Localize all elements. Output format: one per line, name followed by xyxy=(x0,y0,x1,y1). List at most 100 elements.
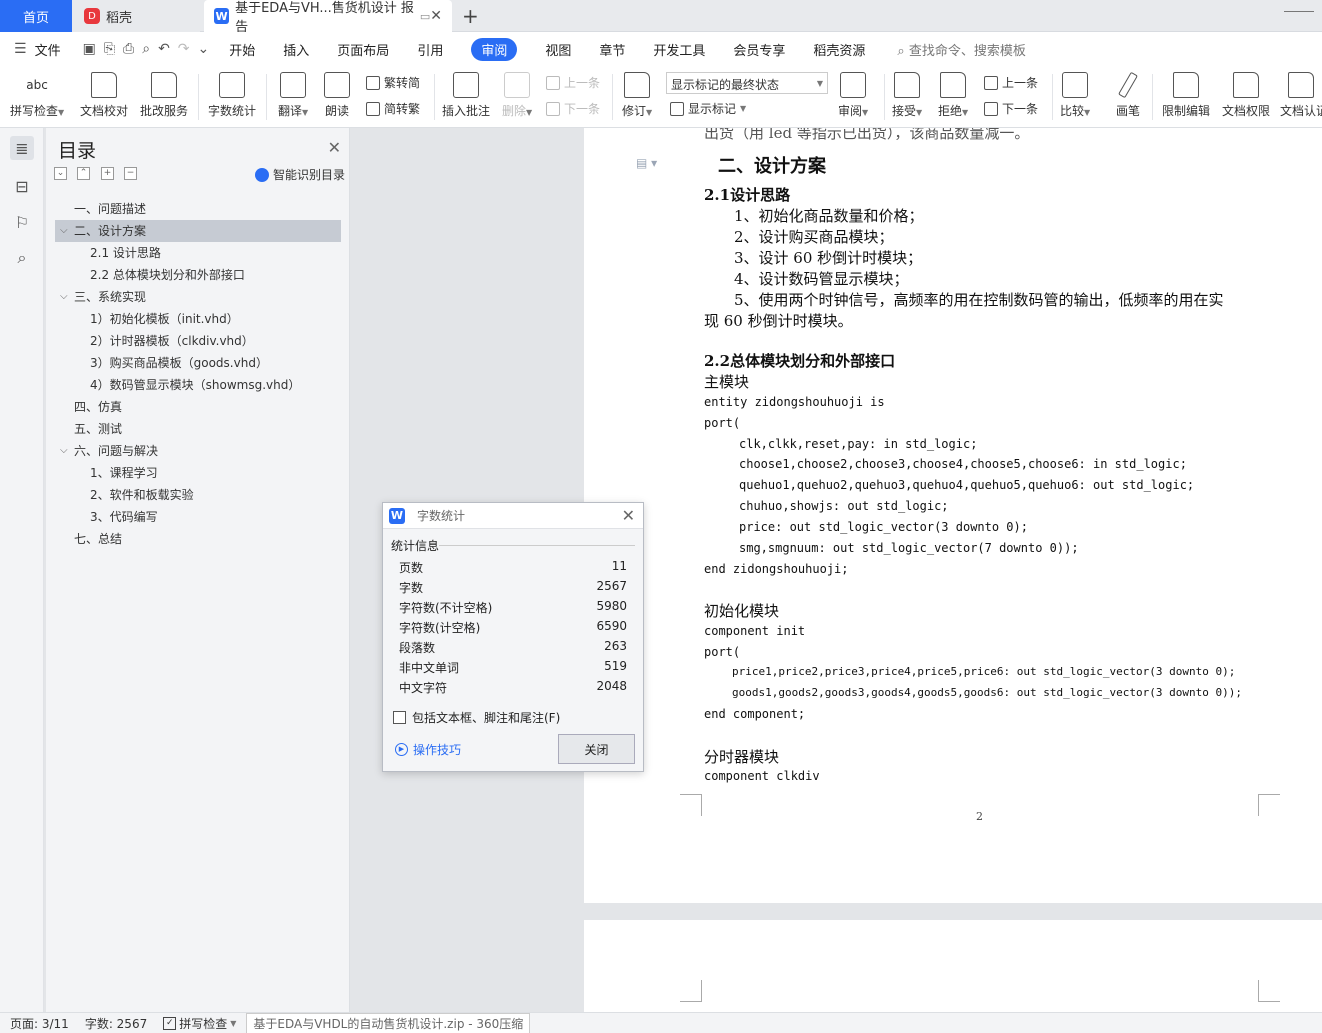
menu-page-layout[interactable]: 页面布局 xyxy=(337,40,389,59)
new-tab-icon[interactable]: + xyxy=(462,4,479,28)
toc-item[interactable]: 七、总结 xyxy=(74,528,122,550)
menu-insert[interactable]: 插入 xyxy=(283,40,309,59)
toc-item[interactable]: 四、仿真 xyxy=(74,396,122,418)
code-line: port( xyxy=(704,645,741,659)
undo-icon[interactable]: ↶ xyxy=(158,41,170,57)
menu-developer[interactable]: 开发工具 xyxy=(653,40,705,59)
smart-toc-label: 智能识别目录 xyxy=(272,168,345,182)
collapse-minus-icon[interactable]: − xyxy=(124,167,137,180)
close-icon[interactable]: ✕ xyxy=(622,506,635,525)
doc-cert-button[interactable]: 文档认证 xyxy=(1280,72,1322,119)
outline-icon[interactable]: ≣ xyxy=(10,136,34,160)
tab-daoke[interactable]: D 稻壳 xyxy=(72,0,200,32)
toc-item[interactable]: 2、软件和板载实验 xyxy=(90,484,194,506)
collapse-down-icon[interactable]: ⌄ xyxy=(54,167,67,180)
toc-item[interactable]: 3、代码编写 xyxy=(90,506,158,528)
bookmark-icon[interactable]: ⚐ xyxy=(10,210,34,234)
checkbox[interactable] xyxy=(393,711,406,724)
menu-start[interactable]: 开始 xyxy=(229,40,255,59)
track-changes-button[interactable]: 修订▼ xyxy=(622,72,652,119)
toc-item[interactable]: 1、课程学习 xyxy=(90,462,158,484)
next-change-button[interactable]: 下一条 xyxy=(984,100,1038,117)
insert-comment-button[interactable]: 插入批注 xyxy=(442,72,490,119)
spell-check-button[interactable]: abc 拼写检查▼ xyxy=(10,72,64,119)
review-pane-button[interactable]: 审阅▼ xyxy=(838,72,868,119)
export-icon[interactable]: ⎘ xyxy=(104,41,115,57)
toc-item[interactable]: 1）初始化模板（init.vhd） xyxy=(90,308,239,330)
delete-comment-button[interactable]: 删除▼ xyxy=(502,72,532,119)
toc-item[interactable]: 2）计时器模板（clkdiv.vhd） xyxy=(90,330,254,352)
toc-item[interactable]: 三、系统实现 xyxy=(74,286,146,308)
search-icon[interactable]: ⌕ xyxy=(10,246,34,270)
command-search[interactable]: ⌕ 查找命令、搜索模板 xyxy=(897,40,1025,59)
menu-view[interactable]: 视图 xyxy=(545,40,571,59)
menu-chapter[interactable]: 章节 xyxy=(599,40,625,59)
redo-icon[interactable]: ↷ xyxy=(178,41,190,57)
menu-references[interactable]: 引用 xyxy=(417,40,443,59)
document-page[interactable]: 出货（用 led 等指示已出货），该商品数量减一。 ▤ ▾ 二、设计方案 2.1… xyxy=(584,128,1322,903)
close-tab-icon[interactable]: ✕ xyxy=(430,8,442,24)
toc-item[interactable]: 五、测试 xyxy=(74,418,122,440)
doc-permission-button[interactable]: 文档权限 xyxy=(1222,72,1270,119)
pen-button[interactable]: 画笔 xyxy=(1116,71,1140,119)
toc-item[interactable]: 3）购买商品模板（goods.vhd） xyxy=(90,352,268,374)
toc-item[interactable]: 2.2 总体模块划分和外部接口 xyxy=(90,264,245,286)
next-comment-button[interactable]: 下一条 xyxy=(546,100,600,117)
customize-dropdown-icon[interactable]: ⌄ xyxy=(198,41,210,57)
batch-service-button[interactable]: 批改服务 xyxy=(140,72,188,119)
restrict-edit-button[interactable]: 限制编辑 xyxy=(1162,72,1210,119)
toc-item[interactable]: 一、问题描述 xyxy=(74,198,146,220)
expand-plus-icon[interactable]: + xyxy=(101,167,114,180)
word-count-button[interactable]: 字数统计 xyxy=(208,72,256,119)
minimize-icon[interactable] xyxy=(1284,0,1314,12)
trad-to-simp-button[interactable]: 繁转简 xyxy=(366,74,420,91)
accept-button[interactable]: 接受▼ xyxy=(892,72,922,119)
document-page[interactable] xyxy=(584,920,1322,1012)
chevron-down-icon[interactable]: ⌵ xyxy=(60,291,68,302)
code-line: price1,price2,price3,price4,price5,price… xyxy=(732,665,1236,678)
include-textbox-checkbox[interactable]: 包括文本框、脚注和尾注(F) xyxy=(393,709,560,726)
toc-item[interactable]: 2.1 设计思路 xyxy=(90,242,161,264)
close-icon[interactable]: ✕ xyxy=(328,138,341,157)
page-indicator[interactable]: 页面: 3/11 xyxy=(10,1015,69,1032)
doc-proof-button[interactable]: 文档校对 xyxy=(80,72,128,119)
tab-home[interactable]: 首页 xyxy=(0,0,72,32)
chevron-down-icon[interactable]: ⌵ xyxy=(60,445,68,456)
tab-document[interactable]: W 基于EDA与VH...售货机设计 报告 ▭ ✕ xyxy=(204,0,452,35)
menu-daoke-resources[interactable]: 稻壳资源 xyxy=(813,40,865,59)
print-icon[interactable]: ⎙ xyxy=(123,41,134,57)
read-aloud-button[interactable]: 朗读 xyxy=(324,72,350,119)
dialog-titlebar[interactable]: W 字数统计 ✕ xyxy=(383,503,643,529)
menu-member[interactable]: 会员专享 xyxy=(733,40,785,59)
paragraph-options-icon[interactable]: ▤ ▾ xyxy=(636,156,657,170)
chapter-nav-icon[interactable]: ⊟ xyxy=(10,174,34,198)
menu-review[interactable]: 审阅 xyxy=(471,37,518,61)
toc-item[interactable]: 六、问题与解决 xyxy=(74,440,158,462)
save-icon[interactable]: ▣ xyxy=(83,41,96,57)
show-markup-button[interactable]: 显示标记 ▼ xyxy=(670,100,746,117)
stat-row: 字数 2567 xyxy=(399,579,627,599)
collapse-up-icon[interactable]: ⌃ xyxy=(77,167,90,180)
smart-toc-button[interactable]: 智能识别目录 xyxy=(254,166,345,183)
prev-change-button[interactable]: 上一条 xyxy=(984,74,1038,91)
doc-proof-label: 文档校对 xyxy=(80,104,129,118)
word-count-indicator[interactable]: 字数: 2567 xyxy=(85,1015,147,1032)
print-preview-icon[interactable]: ⌕ xyxy=(142,41,150,57)
spell-check-toggle[interactable]: ✓ 拼写检查 ▼ xyxy=(163,1015,236,1032)
compare-button[interactable]: 比较▼ xyxy=(1060,72,1090,119)
translate-button[interactable]: 翻译▼ xyxy=(278,72,308,119)
prev-comment-button[interactable]: 上一条 xyxy=(546,74,600,91)
menu-file[interactable]: 文件 xyxy=(35,40,61,59)
chevron-down-icon[interactable]: ⌵ xyxy=(60,225,68,236)
status-bar: 页面: 3/11 字数: 2567 ✓ 拼写检查 ▼ 基于EDA与VHDL的自动… xyxy=(0,1012,1322,1033)
toc-item-selected[interactable]: 二、设计方案 xyxy=(55,220,341,242)
toc-item[interactable]: 4）数码管显示模块（showmsg.vhd） xyxy=(90,374,300,396)
reject-button[interactable]: 拒绝▼ xyxy=(938,72,968,119)
simp-to-trad-label: 简转繁 xyxy=(384,102,421,116)
hamburger-icon[interactable]: ☰ xyxy=(14,41,27,57)
simp-to-trad-button[interactable]: 简转繁 xyxy=(366,100,420,117)
doc-cert-label: 文档认证 xyxy=(1280,104,1322,118)
markup-state-select[interactable]: 显示标记的最终状态 ▼ xyxy=(666,72,828,94)
tips-link[interactable]: ▶ 操作技巧 xyxy=(395,741,461,758)
close-button[interactable]: 关闭 xyxy=(558,734,635,764)
